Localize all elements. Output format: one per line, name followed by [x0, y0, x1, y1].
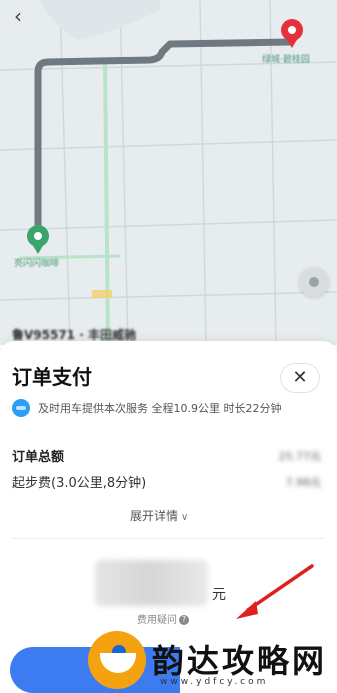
- payment-amount: [95, 560, 208, 606]
- end-location-label: 绿城·碧桂园: [262, 55, 310, 65]
- start-location-label: 亮闪闪咖啡: [14, 259, 60, 269]
- question-icon: ?: [179, 615, 189, 625]
- fee-question-label: 费用疑问: [137, 615, 177, 626]
- service-info: 及时用车提供本次服务 全程10.9公里 时长22分钟: [12, 399, 281, 417]
- base-fee-label: 起步费(3.0公里,8分钟): [12, 476, 147, 491]
- route-line: [34, 38, 294, 234]
- fee-question-link[interactable]: 费用疑问?: [137, 611, 189, 626]
- service-logo-icon: [12, 399, 30, 417]
- close-icon: ✕: [292, 367, 308, 388]
- sheet-title: 订单支付: [12, 365, 92, 389]
- back-button[interactable]: ‹: [6, 4, 30, 28]
- watermark-logo: [88, 631, 146, 689]
- order-total-label: 订单总额: [12, 450, 65, 465]
- amount-unit: 元: [212, 587, 226, 603]
- chevron-down-icon: ∨: [181, 512, 189, 523]
- start-pin-icon: [27, 225, 49, 254]
- watermark-text: 韵达攻略网: [152, 642, 328, 680]
- map-view[interactable]: ‹ 绿城·碧桂园 亮闪闪咖啡 鲁V95571 · 丰田威驰: [0, 0, 337, 345]
- base-fee-value: 7.98元: [285, 476, 322, 489]
- service-text: 及时用车提供本次服务 全程10.9公里 时长22分钟: [38, 402, 282, 415]
- watermark-url: www.ydfcy.com: [160, 677, 269, 687]
- close-button[interactable]: ✕: [280, 363, 320, 393]
- locate-button[interactable]: [299, 267, 329, 297]
- order-total-value: 25.77元: [278, 450, 322, 463]
- divider: [12, 538, 325, 539]
- locate-icon: [309, 277, 319, 287]
- expand-details-link[interactable]: 展开详情 ∨: [130, 507, 188, 524]
- expand-details-label: 展开详情: [130, 509, 179, 523]
